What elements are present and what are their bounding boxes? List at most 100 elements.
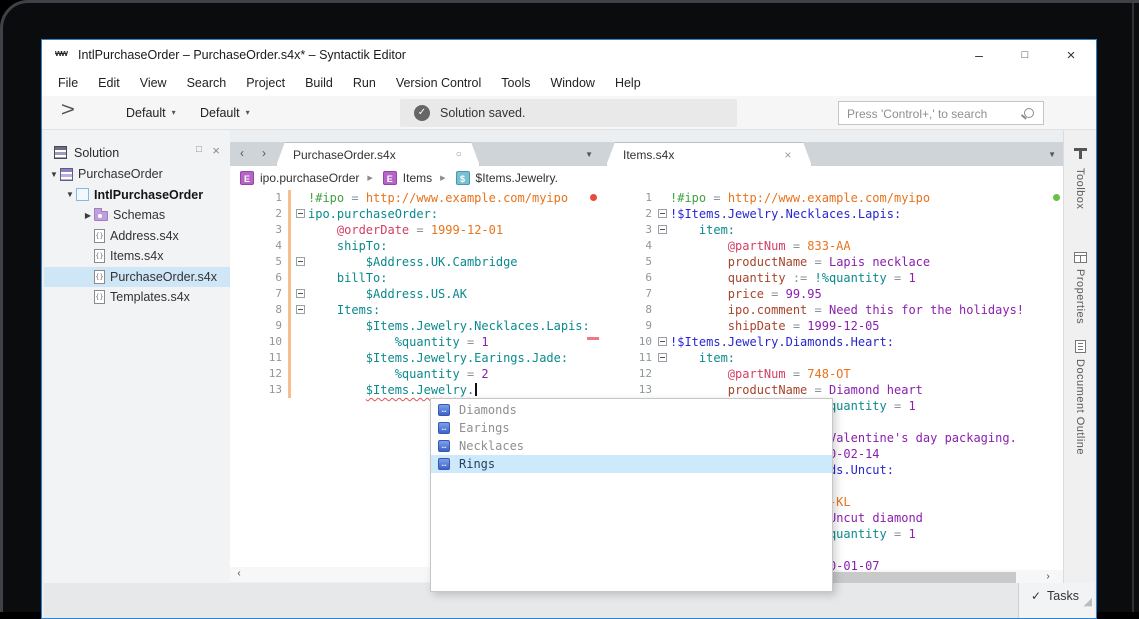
line-number: 1: [645, 191, 652, 204]
code-line: 5 productName = Lapis necklace: [600, 254, 1050, 270]
status-message: Solution saved.: [440, 106, 526, 120]
fold-collapse-icon[interactable]: [296, 289, 305, 298]
run-config-dropdown[interactable]: Default ▾: [200, 96, 250, 130]
fold-column: [294, 190, 308, 206]
breadcrumb-item-items-jewelry[interactable]: $Items.Jewelry.: [476, 171, 558, 185]
element-icon: E: [240, 171, 254, 185]
modified-indicator-icon: ○: [455, 149, 462, 160]
fold-toggle[interactable]: [294, 286, 308, 302]
alias-icon: $: [455, 171, 470, 185]
tab-purchaseorder-s4x[interactable]: PurchaseOrder.s4x ○: [276, 142, 480, 166]
close-panel-icon[interactable]: ×: [212, 143, 220, 158]
tree-item-purchaseorder[interactable]: ▼ PurchaseOrder: [44, 164, 230, 185]
code-text: ipo.purchaseOrder:: [308, 207, 439, 221]
maximize-button[interactable]: □: [1002, 40, 1048, 70]
fold-collapse-icon[interactable]: [296, 305, 305, 314]
menu-view[interactable]: View: [130, 70, 177, 96]
tool-tab-properties[interactable]: Properties: [1064, 252, 1096, 324]
line-number: 11: [638, 351, 652, 364]
float-panel-icon[interactable]: □: [196, 144, 202, 155]
title-bar[interactable]: ww IntlPurchaseOrder – PurchaseOrder.s4x…: [42, 40, 1096, 70]
menu-tools[interactable]: Tools: [491, 70, 540, 96]
fold-column: [656, 270, 670, 286]
change-bar: [286, 302, 294, 318]
search-input[interactable]: [845, 103, 1019, 125]
change-bar: [286, 382, 294, 398]
expander-icon[interactable]: ▼: [64, 190, 76, 199]
tasks-label: Tasks: [1047, 589, 1079, 603]
menu-help[interactable]: Help: [605, 70, 651, 96]
expander-icon[interactable]: ▼: [48, 170, 60, 179]
menu-search[interactable]: Search: [177, 70, 237, 96]
fold-toggle[interactable]: [656, 206, 670, 222]
completion-item-diamonds[interactable]: … Diamonds: [431, 401, 832, 419]
tree-item-templates-s4x[interactable]: {} Templates.s4x: [44, 287, 230, 308]
completion-item-necklaces[interactable]: … Necklaces: [431, 437, 832, 455]
line-number: 2: [645, 207, 652, 220]
tab-close-icon[interactable]: ×: [784, 148, 791, 162]
tree-item-intlpurchaseorder[interactable]: ▼ IntlPurchaseOrder: [44, 185, 230, 206]
scroll-left-icon[interactable]: ‹: [232, 567, 246, 581]
resize-grip[interactable]: ◢: [1084, 595, 1092, 608]
menu-window[interactable]: Window: [540, 70, 604, 96]
fold-collapse-icon[interactable]: [296, 257, 305, 266]
tree-item-address-s4x[interactable]: {} Address.s4x: [44, 226, 230, 247]
fold-column: [656, 254, 670, 270]
tool-tab-document-outline[interactable]: Document Outline: [1064, 340, 1096, 455]
expander-icon[interactable]: ▶: [82, 211, 94, 220]
tasks-button[interactable]: ✓ Tasks ◢: [1018, 583, 1094, 618]
line-number: 8: [275, 303, 282, 316]
code-text: productName = Diamond heart: [727, 383, 923, 397]
code-text: $Address.US.AK: [365, 287, 467, 301]
close-button[interactable]: ×: [1048, 40, 1094, 70]
breadcrumb-item-ipo-purchaseorder[interactable]: ipo.purchaseOrder: [260, 171, 359, 185]
tool-tab-toolbox[interactable]: Toolbox: [1064, 148, 1096, 209]
nav-forward-icon[interactable]: ›: [262, 146, 266, 160]
scroll-right-icon[interactable]: ›: [1041, 570, 1055, 584]
line-number: 12: [268, 367, 282, 380]
line-number: 1: [275, 191, 282, 204]
breadcrumb-item-items[interactable]: Items: [403, 171, 432, 185]
menu-edit[interactable]: Edit: [88, 70, 130, 96]
run-icon[interactable]: >: [61, 99, 75, 122]
menu-build[interactable]: Build: [295, 70, 343, 96]
menu-file[interactable]: File: [48, 70, 88, 96]
code-line: 8 ipo.comment = Need this for the holida…: [600, 302, 1050, 318]
project-icon: [76, 188, 89, 202]
tree-item-schemas[interactable]: ▶ Schemas: [44, 205, 230, 226]
change-bar: [286, 238, 294, 254]
fold-toggle[interactable]: [656, 350, 670, 366]
menu-run[interactable]: Run: [343, 70, 386, 96]
fold-toggle[interactable]: [294, 302, 308, 318]
fold-toggle[interactable]: [656, 222, 670, 238]
tab-list-dropdown-icon[interactable]: ▼: [1048, 150, 1056, 159]
fold-toggle[interactable]: [294, 206, 308, 222]
code-line: 6 quantity := !%quantity = 1: [600, 270, 1050, 286]
properties-icon: [1073, 252, 1087, 263]
fold-collapse-icon[interactable]: [296, 209, 305, 218]
menu-project[interactable]: Project: [236, 70, 295, 96]
tree-item-purchaseorder-s4x[interactable]: {} PurchaseOrder.s4x: [44, 266, 230, 287]
tree-item-items-s4x[interactable]: {} Items.s4x: [44, 246, 230, 267]
search-icon[interactable]: [1024, 108, 1034, 118]
build-config-dropdown[interactable]: Default ▾: [126, 96, 176, 130]
completion-item-rings[interactable]: … Rings: [431, 455, 832, 473]
line-number: 9: [645, 319, 652, 332]
fold-collapse-icon[interactable]: [658, 225, 667, 234]
line-number: 3: [275, 223, 282, 236]
fold-column: [294, 366, 308, 382]
tab-items-s4x[interactable]: Items.s4x ×: [606, 142, 812, 166]
menu-version-control[interactable]: Version Control: [386, 70, 491, 96]
fold-toggle[interactable]: [294, 254, 308, 270]
minimize-button[interactable]: –: [956, 40, 1002, 70]
solution-panel-header[interactable]: Solution □ ×: [44, 142, 230, 164]
completion-label: Earings: [459, 421, 510, 435]
fold-toggle[interactable]: [656, 334, 670, 350]
fold-collapse-icon[interactable]: [658, 209, 667, 218]
nav-back-icon[interactable]: ‹: [240, 146, 244, 160]
fold-collapse-icon[interactable]: [658, 337, 667, 346]
tab-list-dropdown-icon[interactable]: ▼: [585, 150, 593, 159]
completion-item-earings[interactable]: … Earings: [431, 419, 832, 437]
fold-collapse-icon[interactable]: [658, 353, 667, 362]
change-bar: [286, 190, 294, 206]
